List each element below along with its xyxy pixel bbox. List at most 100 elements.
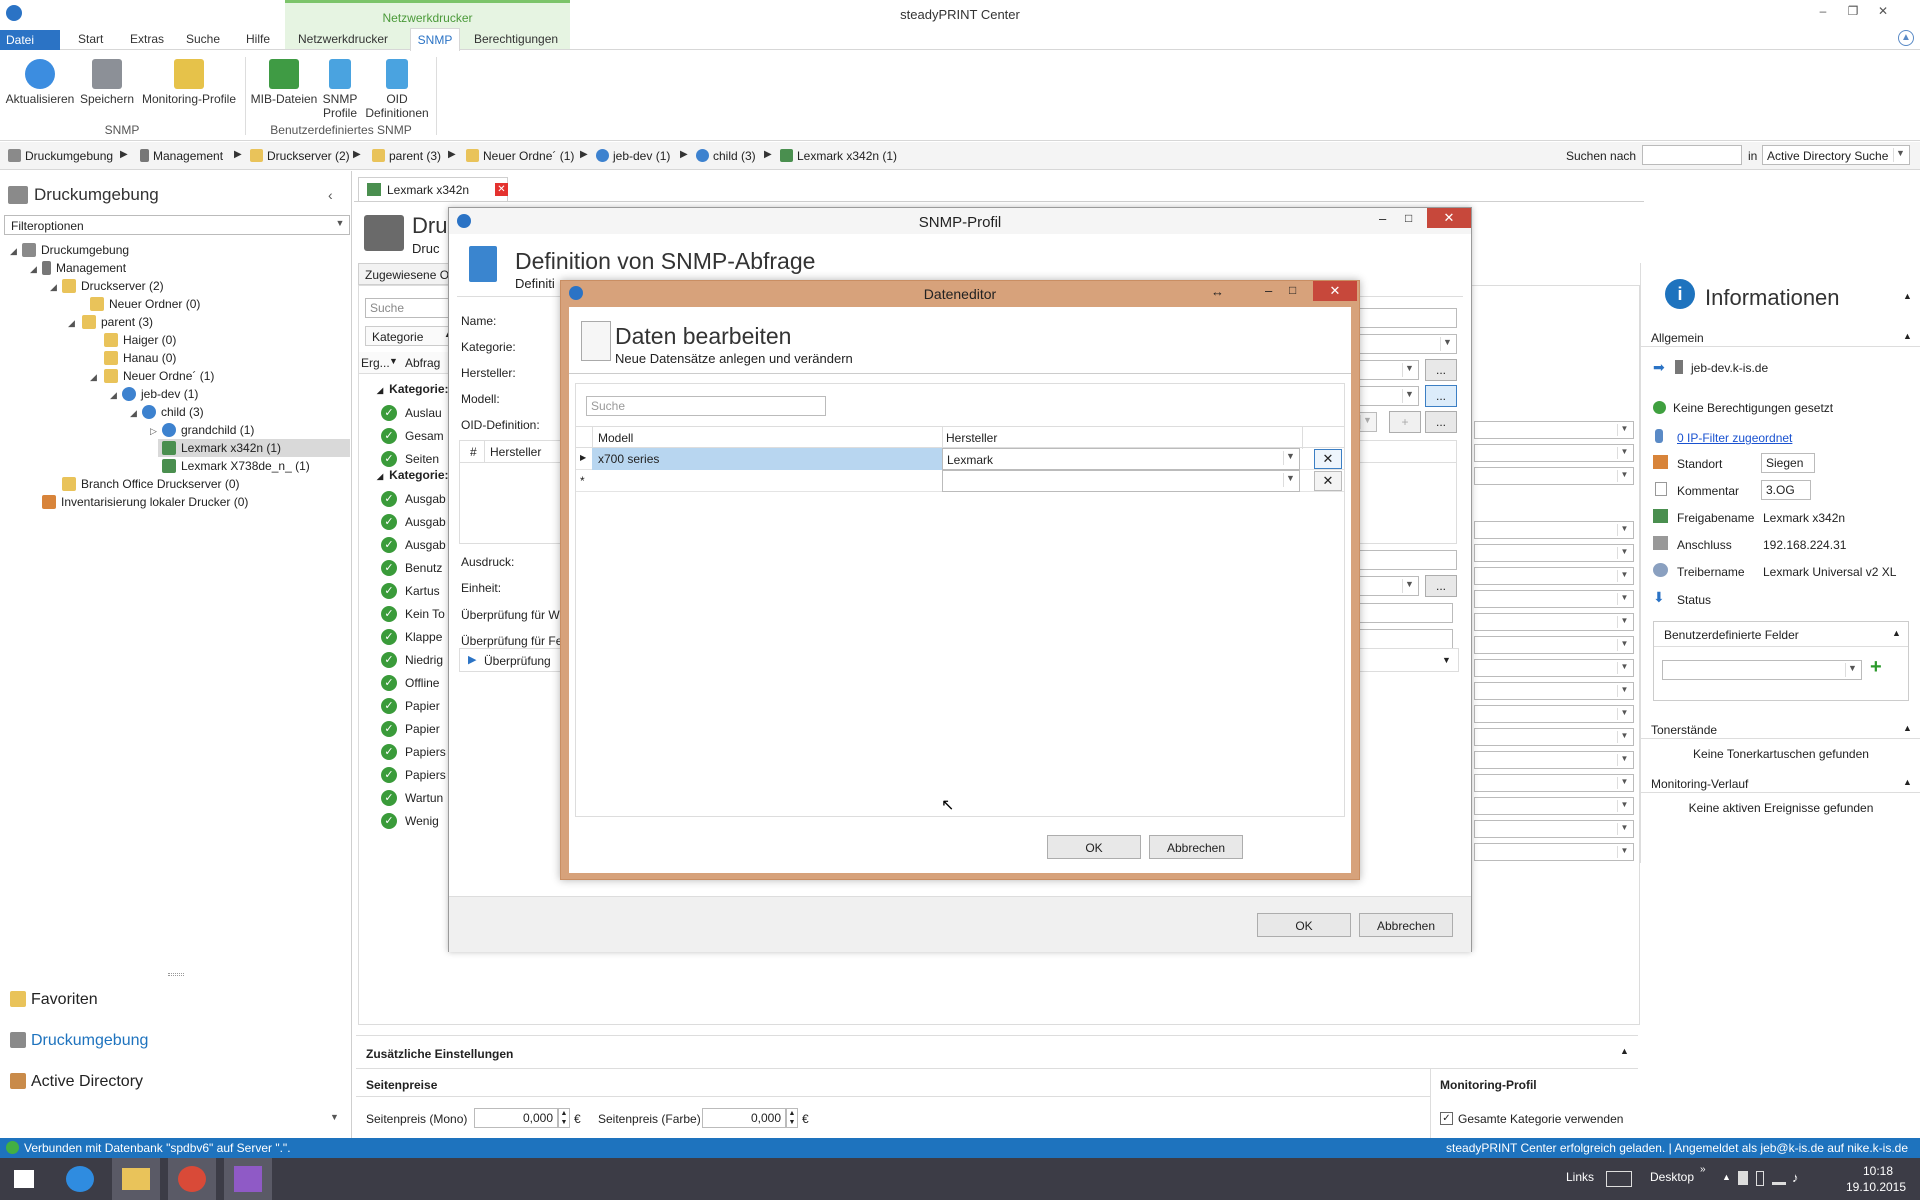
snmp-oid-select[interactable]: ▼ bbox=[1357, 412, 1377, 432]
oid-row[interactable]: ✓ Niedrig bbox=[359, 649, 455, 671]
taskbar-ie[interactable] bbox=[56, 1158, 104, 1200]
collapse-icon[interactable]: ▲ bbox=[1620, 1046, 1629, 1056]
breadcrumb-arrow-icon[interactable]: ▶ bbox=[120, 149, 128, 160]
breadcrumb-arrow-icon[interactable]: ▶ bbox=[353, 149, 361, 160]
tab-start[interactable]: Start bbox=[78, 32, 103, 46]
tree-item[interactable]: Haiger (0) bbox=[104, 333, 176, 347]
snmp-ok-button[interactable]: OK bbox=[1257, 913, 1351, 937]
network-icon[interactable] bbox=[1772, 1171, 1786, 1185]
row-value-select[interactable]: ▼ bbox=[1474, 751, 1634, 769]
oid-add-button[interactable]: + bbox=[1389, 411, 1421, 433]
row-value-select[interactable]: ▼ bbox=[1474, 613, 1634, 631]
tab-datei[interactable]: Datei bbox=[0, 30, 60, 50]
collapse-icon[interactable]: ▲ bbox=[1892, 628, 1901, 638]
row-value-select[interactable]: ▼ bbox=[1474, 797, 1634, 815]
keyboard-icon[interactable] bbox=[1606, 1171, 1632, 1187]
tree-item[interactable]: Lexmark X738de_n_ (1) bbox=[162, 459, 310, 473]
oid-row[interactable]: ✓ Papiers bbox=[359, 741, 455, 763]
row-value-select[interactable]: ▼ bbox=[1474, 544, 1634, 562]
oid-row[interactable]: ✓ Kein To bbox=[359, 603, 455, 625]
help-icon[interactable]: ▲ bbox=[1898, 30, 1914, 46]
oid-edit-button[interactable]: ... bbox=[1425, 411, 1457, 433]
snmp-kategorie-select[interactable]: ▼ bbox=[1357, 334, 1457, 354]
category-filter[interactable]: Kategorie ▲ bbox=[365, 326, 455, 346]
taskbar-desktop[interactable]: Desktop bbox=[1650, 1170, 1694, 1184]
row-value-select[interactable]: ▼ bbox=[1474, 636, 1634, 654]
standort-input[interactable]: Siegen bbox=[1761, 453, 1815, 473]
doc-tab[interactable]: Lexmark x342n ✕ bbox=[358, 177, 508, 201]
delete-row-button[interactable]: ✕ bbox=[1314, 471, 1342, 491]
row-value-select[interactable]: ▼ bbox=[1474, 774, 1634, 792]
tree-item[interactable]: Management bbox=[42, 261, 126, 275]
oid-row[interactable]: ✓ Ausgab bbox=[359, 488, 455, 510]
row-value-select[interactable]: ▼ bbox=[1474, 590, 1634, 608]
tree-item[interactable]: Inventarisierung lokaler Drucker (0) bbox=[42, 495, 248, 509]
collapse-icon[interactable]: ▲ bbox=[1903, 331, 1912, 341]
taskbar-chrome[interactable] bbox=[168, 1158, 216, 1200]
collapse-panel-icon[interactable]: ‹ bbox=[328, 187, 333, 203]
tree-item[interactable]: jeb-dev (1) bbox=[122, 387, 198, 401]
mono-price-input[interactable]: 0,000 bbox=[474, 1108, 558, 1128]
check-w-input[interactable] bbox=[1357, 603, 1453, 623]
row-value-select[interactable]: ▼ bbox=[1474, 682, 1634, 700]
breadcrumb-arrow-icon[interactable]: ▶ bbox=[448, 149, 456, 160]
breadcrumb-item[interactable]: jeb-dev (1) bbox=[596, 149, 670, 163]
oid-row[interactable]: ✓ Papier bbox=[359, 718, 455, 740]
tab-netzwerkdrucker[interactable]: Netzwerkdrucker bbox=[298, 32, 388, 46]
breadcrumb-arrow-icon[interactable]: ▶ bbox=[234, 149, 242, 160]
delete-row-button[interactable]: ✕ bbox=[1314, 449, 1342, 469]
minimize-icon[interactable]: – bbox=[1812, 4, 1834, 18]
maximize-icon[interactable]: □ bbox=[1405, 211, 1412, 225]
info-ipfilter-link[interactable]: 0 IP-Filter zugeordnet bbox=[1677, 431, 1792, 445]
start-button[interactable] bbox=[0, 1158, 48, 1200]
speichern-button[interactable]: Speichern bbox=[74, 55, 140, 106]
hersteller-cell-select[interactable]: Lexmark ▼ bbox=[942, 448, 1300, 470]
custom-field-select[interactable]: ▼ bbox=[1662, 660, 1862, 680]
editor-cancel-button[interactable]: Abbrechen bbox=[1149, 835, 1243, 859]
modell-edit-button[interactable]: ... bbox=[1425, 385, 1457, 407]
oid-row[interactable]: ✓ Wenig bbox=[359, 810, 455, 832]
expand-icon[interactable]: ◢ bbox=[90, 372, 97, 383]
nav-active-directory[interactable]: Active Directory bbox=[10, 1073, 143, 1091]
minimize-icon[interactable]: – bbox=[1379, 211, 1386, 226]
monitoring-profile-button[interactable]: Monitoring-Profile bbox=[138, 55, 240, 106]
stepper-icon[interactable]: ▲ ▼ bbox=[786, 1108, 798, 1128]
taskbar-links[interactable]: Links bbox=[1566, 1170, 1594, 1184]
add-icon[interactable]: + bbox=[1870, 656, 1882, 679]
tree-item[interactable]: parent (3) bbox=[82, 315, 153, 329]
taskbar-explorer[interactable] bbox=[112, 1158, 160, 1200]
breadcrumb-arrow-icon[interactable]: ▶ bbox=[580, 149, 588, 160]
filter-options-select[interactable]: Filteroptionen ▼ bbox=[4, 215, 350, 235]
splitter-handle[interactable] bbox=[168, 973, 184, 976]
resize-icon[interactable]: ↔ bbox=[1211, 284, 1224, 299]
snmp-cancel-button[interactable]: Abbrechen bbox=[1359, 913, 1453, 937]
breadcrumb-item[interactable]: Neuer Ordne´ (1) bbox=[466, 149, 574, 163]
breadcrumb-arrow-icon[interactable]: ▶ bbox=[764, 149, 772, 160]
snmp-modell-select[interactable]: ▼ bbox=[1357, 386, 1419, 406]
collapse-icon[interactable]: ▲ bbox=[1903, 291, 1912, 301]
oid-row[interactable]: ✓ Klappe bbox=[359, 626, 455, 648]
collapse-icon[interactable]: ▲ bbox=[1903, 777, 1912, 787]
nav-druckumgebung[interactable]: Druckumgebung bbox=[10, 1032, 148, 1050]
oid-row[interactable]: ✓ Offline bbox=[359, 672, 455, 694]
oid-row[interactable]: ✓ Papiers bbox=[359, 764, 455, 786]
close-icon[interactable]: ✕ bbox=[1872, 4, 1894, 18]
tray-up-icon[interactable]: ▲ bbox=[1722, 1172, 1731, 1182]
overflow-icon[interactable]: » bbox=[1700, 1164, 1706, 1175]
tab-snmp[interactable]: SNMP bbox=[410, 28, 460, 52]
oid-row[interactable]: ✓ Ausgab bbox=[359, 511, 455, 533]
stepper-icon[interactable]: ▲ ▼ bbox=[558, 1108, 570, 1128]
row-value-select[interactable]: ▼ bbox=[1474, 728, 1634, 746]
row-value-select[interactable]: ▼ bbox=[1474, 444, 1634, 462]
check-f-input[interactable] bbox=[1357, 629, 1453, 649]
minimize-icon[interactable]: – bbox=[1265, 283, 1272, 298]
breadcrumb-search-input[interactable] bbox=[1642, 145, 1742, 165]
ausdruck-input[interactable] bbox=[1357, 550, 1457, 570]
oid-definitionen-button[interactable]: OID Definitionen bbox=[362, 55, 432, 120]
hersteller-edit-button[interactable]: ... bbox=[1425, 359, 1457, 381]
collapse-icon[interactable]: ▲ bbox=[1903, 723, 1912, 733]
tree-item[interactable]: Druckumgebung bbox=[22, 243, 129, 257]
expand-icon[interactable]: ▷ bbox=[150, 426, 157, 437]
tree-item[interactable]: Hanau (0) bbox=[104, 351, 176, 365]
close-icon[interactable]: ✕ bbox=[1313, 281, 1357, 301]
